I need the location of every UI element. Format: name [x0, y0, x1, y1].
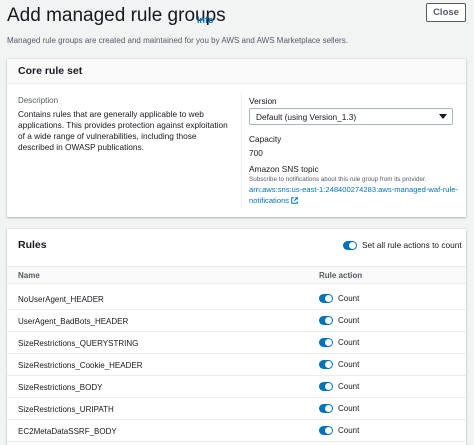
toggle-switch[interactable] [319, 404, 333, 413]
page-title: Add managed rule groups [7, 5, 226, 26]
rule-action-label: Count [338, 404, 360, 413]
rule-action-label: Count [338, 294, 360, 303]
version-label: Version [249, 96, 277, 106]
sns-topic-arn[interactable]: arn:aws:sns:us-east-1:248400274283:aws-m… [249, 185, 458, 205]
page-header: Add managed rule groups Info Close Manag… [0, 0, 474, 54]
rule-action-label: Count [338, 426, 360, 435]
column-divider [241, 93, 242, 209]
table-row: SizeRestrictions_BODY Count [7, 376, 466, 398]
set-all-count-toggle[interactable]: Set all rule actions to count [343, 240, 462, 250]
info-link[interactable]: Info [197, 15, 214, 25]
core-rule-set-header: Core rule set [7, 59, 466, 84]
rule-name: SizeRestrictions_QUERYSTRING [18, 339, 139, 348]
rule-name: SizeRestrictions_URIPATH [18, 405, 114, 414]
rule-action-toggle[interactable]: Count [319, 404, 359, 413]
rule-name: SizeRestrictions_Cookie_HEADER [18, 361, 143, 370]
toggle-switch[interactable] [319, 338, 333, 347]
rule-action-label: Count [338, 360, 360, 369]
rule-action-label: Count [338, 338, 360, 347]
column-header-rule-action: Rule action [319, 271, 363, 280]
toggle-switch[interactable] [343, 240, 357, 250]
rule-name: EC2MetaDataSSRF_BODY [18, 427, 117, 436]
set-all-count-label: Set all rule actions to count [362, 240, 462, 250]
table-row: SizeRestrictions_QUERYSTRING Count [7, 332, 466, 354]
toggle-switch[interactable] [319, 360, 333, 369]
toggle-switch[interactable] [319, 316, 333, 325]
sns-topic-description: Subscribe to notifications about this ru… [249, 176, 427, 183]
page-subtitle: Managed rule groups are created and main… [7, 36, 348, 45]
rules-panel: Rules Set all rule actions to count Name… [7, 229, 466, 445]
description-label: Description [18, 96, 59, 105]
toggle-switch[interactable] [319, 382, 333, 391]
capacity-value: 700 [249, 148, 263, 158]
table-row: SizeRestrictions_URIPATH Count [7, 398, 466, 420]
toggle-switch[interactable] [319, 294, 333, 303]
core-rule-set-panel: Core rule set Description Contains rules… [7, 59, 466, 217]
sns-topic-label: Amazon SNS topic [249, 164, 319, 174]
external-link-icon [291, 197, 298, 204]
rule-action-label: Count [338, 316, 360, 325]
table-row: UserAgent_BadBots_HEADER Count [7, 310, 466, 332]
capacity-label: Capacity [249, 134, 282, 144]
core-rule-set-title: Core rule set [18, 65, 83, 77]
description-text: Contains rules that are generally applic… [18, 109, 228, 152]
table-row: EC2MetaDataSSRF_BODY Count [7, 420, 466, 442]
version-selected-value: Default (using Version_1.3) [256, 112, 357, 122]
rule-name: SizeRestrictions_BODY [18, 383, 103, 392]
rules-table-header: Name Rule action [7, 266, 466, 284]
sns-topic-link[interactable]: arn:aws:sns:us-east-1:248400274283:aws-m… [249, 184, 459, 206]
rule-action-toggle[interactable]: Count [319, 338, 359, 347]
close-button[interactable]: Close [426, 3, 466, 22]
rules-title: Rules [18, 239, 47, 251]
rule-action-toggle[interactable]: Count [319, 360, 359, 369]
table-row: NoUserAgent_HEADER Count [7, 288, 466, 310]
rule-name: UserAgent_BadBots_HEADER [18, 317, 129, 326]
rule-action-toggle[interactable]: Count [319, 316, 359, 325]
rule-action-toggle[interactable]: Count [319, 382, 359, 391]
toggle-switch[interactable] [319, 426, 333, 435]
rule-action-toggle[interactable]: Count [319, 426, 359, 435]
table-row: SizeRestrictions_Cookie_HEADER Count [7, 354, 466, 376]
column-header-name: Name [18, 271, 40, 280]
caret-down-icon [439, 114, 447, 119]
rule-action-label: Count [338, 382, 360, 391]
rule-action-toggle[interactable]: Count [319, 294, 359, 303]
rule-name: NoUserAgent_HEADER [18, 295, 104, 304]
version-select[interactable]: Default (using Version_1.3) [249, 108, 453, 125]
